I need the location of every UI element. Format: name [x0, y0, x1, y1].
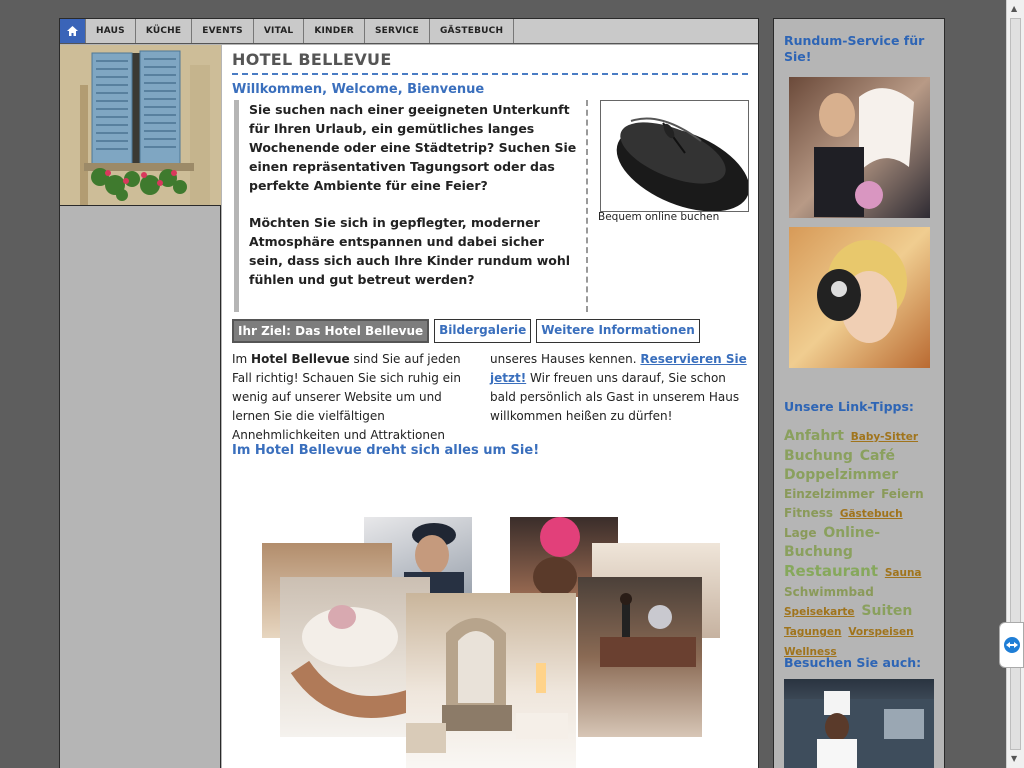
- tag-link[interactable]: Gästebuch: [840, 508, 903, 520]
- tag-link[interactable]: Lage: [784, 526, 816, 540]
- tag-link[interactable]: Baby-Sitter: [851, 431, 918, 443]
- home-icon: [67, 26, 78, 36]
- page-title: HOTEL BELLEVUE: [232, 50, 748, 75]
- body-text-hotel-name: Hotel Bellevue: [251, 352, 350, 366]
- tab-hotel-bellevue[interactable]: Ihr Ziel: Das Hotel Bellevue: [232, 319, 430, 343]
- tag-link[interactable]: Tagungen: [784, 626, 841, 638]
- right-sidebar: Rundum-Service für Sie! Unsere Link-Tipp…: [773, 18, 945, 768]
- main-content: HOTEL BELLEVUE Willkommen, Welcome, Bien…: [222, 45, 758, 768]
- scroll-up-arrow-icon[interactable]: ▲: [1011, 4, 1017, 13]
- nav-item-haus[interactable]: HAUS: [86, 19, 136, 43]
- left-column: [60, 45, 221, 768]
- online-booking-mouse-image[interactable]: [600, 100, 749, 212]
- nav-item-kinder[interactable]: KINDER: [304, 19, 365, 43]
- teamviewer-widget[interactable]: [999, 622, 1024, 668]
- sidebar-heading-link-tips: Unsere Link-Tipps:: [784, 399, 914, 414]
- intro-paragraph-1: Sie suchen nach einer geeigneten Unterku…: [249, 102, 577, 193]
- tag-link[interactable]: Einzelzimmer: [784, 487, 874, 501]
- nav-item-service[interactable]: SERVICE: [365, 19, 430, 43]
- sidebar-heading-visit-also: Besuchen Sie auch:: [784, 655, 922, 670]
- teamviewer-icon: [1003, 637, 1020, 653]
- collage-photo-lounge: [406, 593, 576, 768]
- sidebar-heading-service: Rundum-Service für Sie!: [784, 33, 925, 64]
- scroll-down-arrow-icon[interactable]: ▼: [1011, 754, 1017, 763]
- tag-link[interactable]: Vorspeisen: [848, 626, 913, 638]
- page-frame: HAUS KÜCHE EVENTS VITAL KINDER SERVICE G…: [59, 18, 759, 768]
- nav-item-kueche[interactable]: KÜCHE: [136, 19, 193, 43]
- tag-cloud: Anfahrt Baby-Sitter Buchung Café Doppelz…: [784, 427, 939, 662]
- online-booking-caption[interactable]: Bequem online buchen: [598, 211, 719, 223]
- photo-collage[interactable]: [262, 515, 722, 768]
- tag-link[interactable]: Schwimmbad: [784, 585, 874, 599]
- tagline: Im Hotel Bellevue dreht sich alles um Si…: [232, 443, 540, 458]
- body2-text-rest: Wir freuen uns darauf, Sie schon bald pe…: [490, 371, 740, 423]
- body2-text-pre: unseres Hauses kennen.: [490, 352, 641, 366]
- tab-weitere-informationen[interactable]: Weitere Informationen: [536, 319, 700, 343]
- tag-link[interactable]: Feiern: [881, 487, 924, 501]
- main-nav: HAUS KÜCHE EVENTS VITAL KINDER SERVICE G…: [60, 19, 758, 44]
- intro-text: Sie suchen nach einer geeigneten Unterku…: [234, 100, 588, 312]
- tag-link[interactable]: Café: [860, 448, 895, 464]
- content-tabs: Ihr Ziel: Das Hotel Bellevue Bildergaler…: [232, 319, 700, 343]
- welcome-subtitle: Willkommen, Welcome, Bienvenue: [232, 82, 485, 97]
- tag-link[interactable]: Doppelzimmer: [784, 467, 898, 483]
- tab-bildergalerie[interactable]: Bildergalerie: [434, 319, 532, 343]
- tag-link[interactable]: Buchung: [784, 448, 853, 464]
- body-text-right: unseres Hauses kennen. Reservieren Sie j…: [490, 350, 748, 426]
- tag-link[interactable]: Speisekarte: [784, 606, 855, 618]
- nav-home-button[interactable]: [60, 19, 86, 43]
- body-text-left: Im Hotel Bellevue sind Sie auf jeden Fal…: [232, 350, 478, 445]
- intro-paragraph-2: Möchten Sie sich in gepflegter, moderner…: [249, 215, 571, 287]
- nav-item-vital[interactable]: VITAL: [254, 19, 305, 43]
- nav-item-events[interactable]: EVENTS: [192, 19, 254, 43]
- collage-photo-conference: [578, 577, 702, 737]
- sidebar-photo-wedding[interactable]: [789, 77, 930, 218]
- window-shutter-photo: [60, 45, 221, 206]
- sidebar-photo-chef[interactable]: [784, 679, 934, 768]
- tag-link[interactable]: Sauna: [885, 567, 922, 579]
- tag-link[interactable]: Restaurant: [784, 562, 878, 580]
- sidebar-photo-woman-mirror[interactable]: [789, 227, 930, 368]
- body-text-pre: Im: [232, 352, 252, 366]
- tag-link[interactable]: Fitness: [784, 506, 833, 520]
- nav-item-gaestebuch[interactable]: GÄSTEBUCH: [430, 19, 515, 43]
- tag-link[interactable]: Anfahrt: [784, 428, 844, 444]
- tag-link[interactable]: Suiten: [861, 603, 912, 619]
